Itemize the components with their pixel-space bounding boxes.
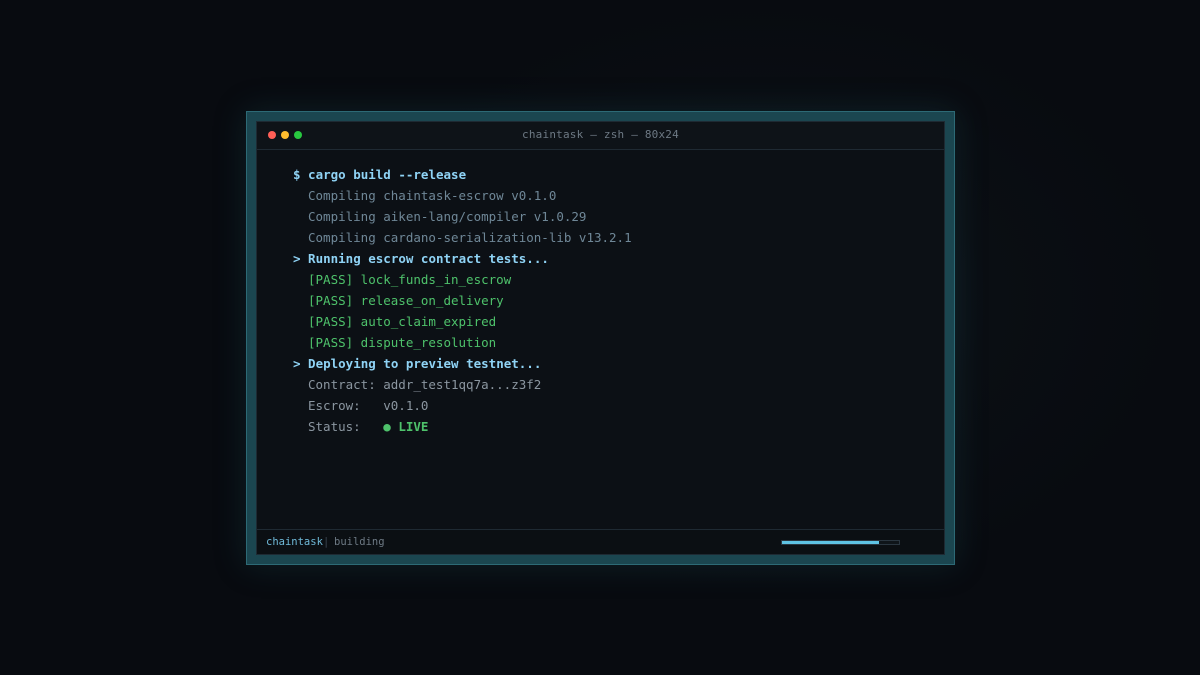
build-progress-bar bbox=[781, 540, 900, 545]
build-progress-fill bbox=[782, 541, 880, 544]
test-pass-line: [PASS] auto_claim_expired bbox=[308, 314, 497, 329]
escrow-version-line: Escrow: v0.1.0 bbox=[308, 398, 429, 413]
title-bar: chaintask — zsh — 80x24 bbox=[257, 122, 944, 150]
test-pass-line: [PASS] dispute_resolution bbox=[308, 335, 497, 350]
test-pass-line: [PASS] release_on_delivery bbox=[308, 293, 504, 308]
terminal-frame: chaintask — zsh — 80x24 $ cargo build --… bbox=[246, 111, 955, 565]
contract-line: Contract: addr_test1qq7a...z3f2 bbox=[308, 377, 542, 392]
statusbar-separator: | bbox=[323, 536, 330, 548]
output-line: Compiling cardano-serialization-lib v13.… bbox=[308, 230, 632, 245]
statusbar-state: building bbox=[334, 536, 385, 548]
output-line: Compiling chaintask-escrow v0.1.0 bbox=[308, 188, 557, 203]
terminal-output[interactable]: $ cargo build --release Compiling chaint… bbox=[293, 164, 924, 437]
status-line: Status: ● LIVE bbox=[293, 416, 924, 437]
output-line: Compiling aiken-lang/compiler v1.0.29 bbox=[308, 209, 587, 224]
test-pass-line: [PASS] lock_funds_in_escrow bbox=[308, 272, 512, 287]
window-title: chaintask — zsh — 80x24 bbox=[522, 128, 679, 141]
terminal-window: chaintask — zsh — 80x24 $ cargo build --… bbox=[256, 121, 945, 555]
step-line: > Deploying to preview testnet... bbox=[293, 356, 542, 371]
status-bar: chaintask | building bbox=[257, 529, 944, 554]
status-label: Status: bbox=[308, 419, 384, 434]
step-line: > Running escrow contract tests... bbox=[293, 251, 549, 266]
command-line: $ cargo build --release bbox=[293, 167, 467, 182]
statusbar-session-name: chaintask bbox=[266, 536, 323, 548]
status-live-badge: ● LIVE bbox=[383, 419, 429, 434]
